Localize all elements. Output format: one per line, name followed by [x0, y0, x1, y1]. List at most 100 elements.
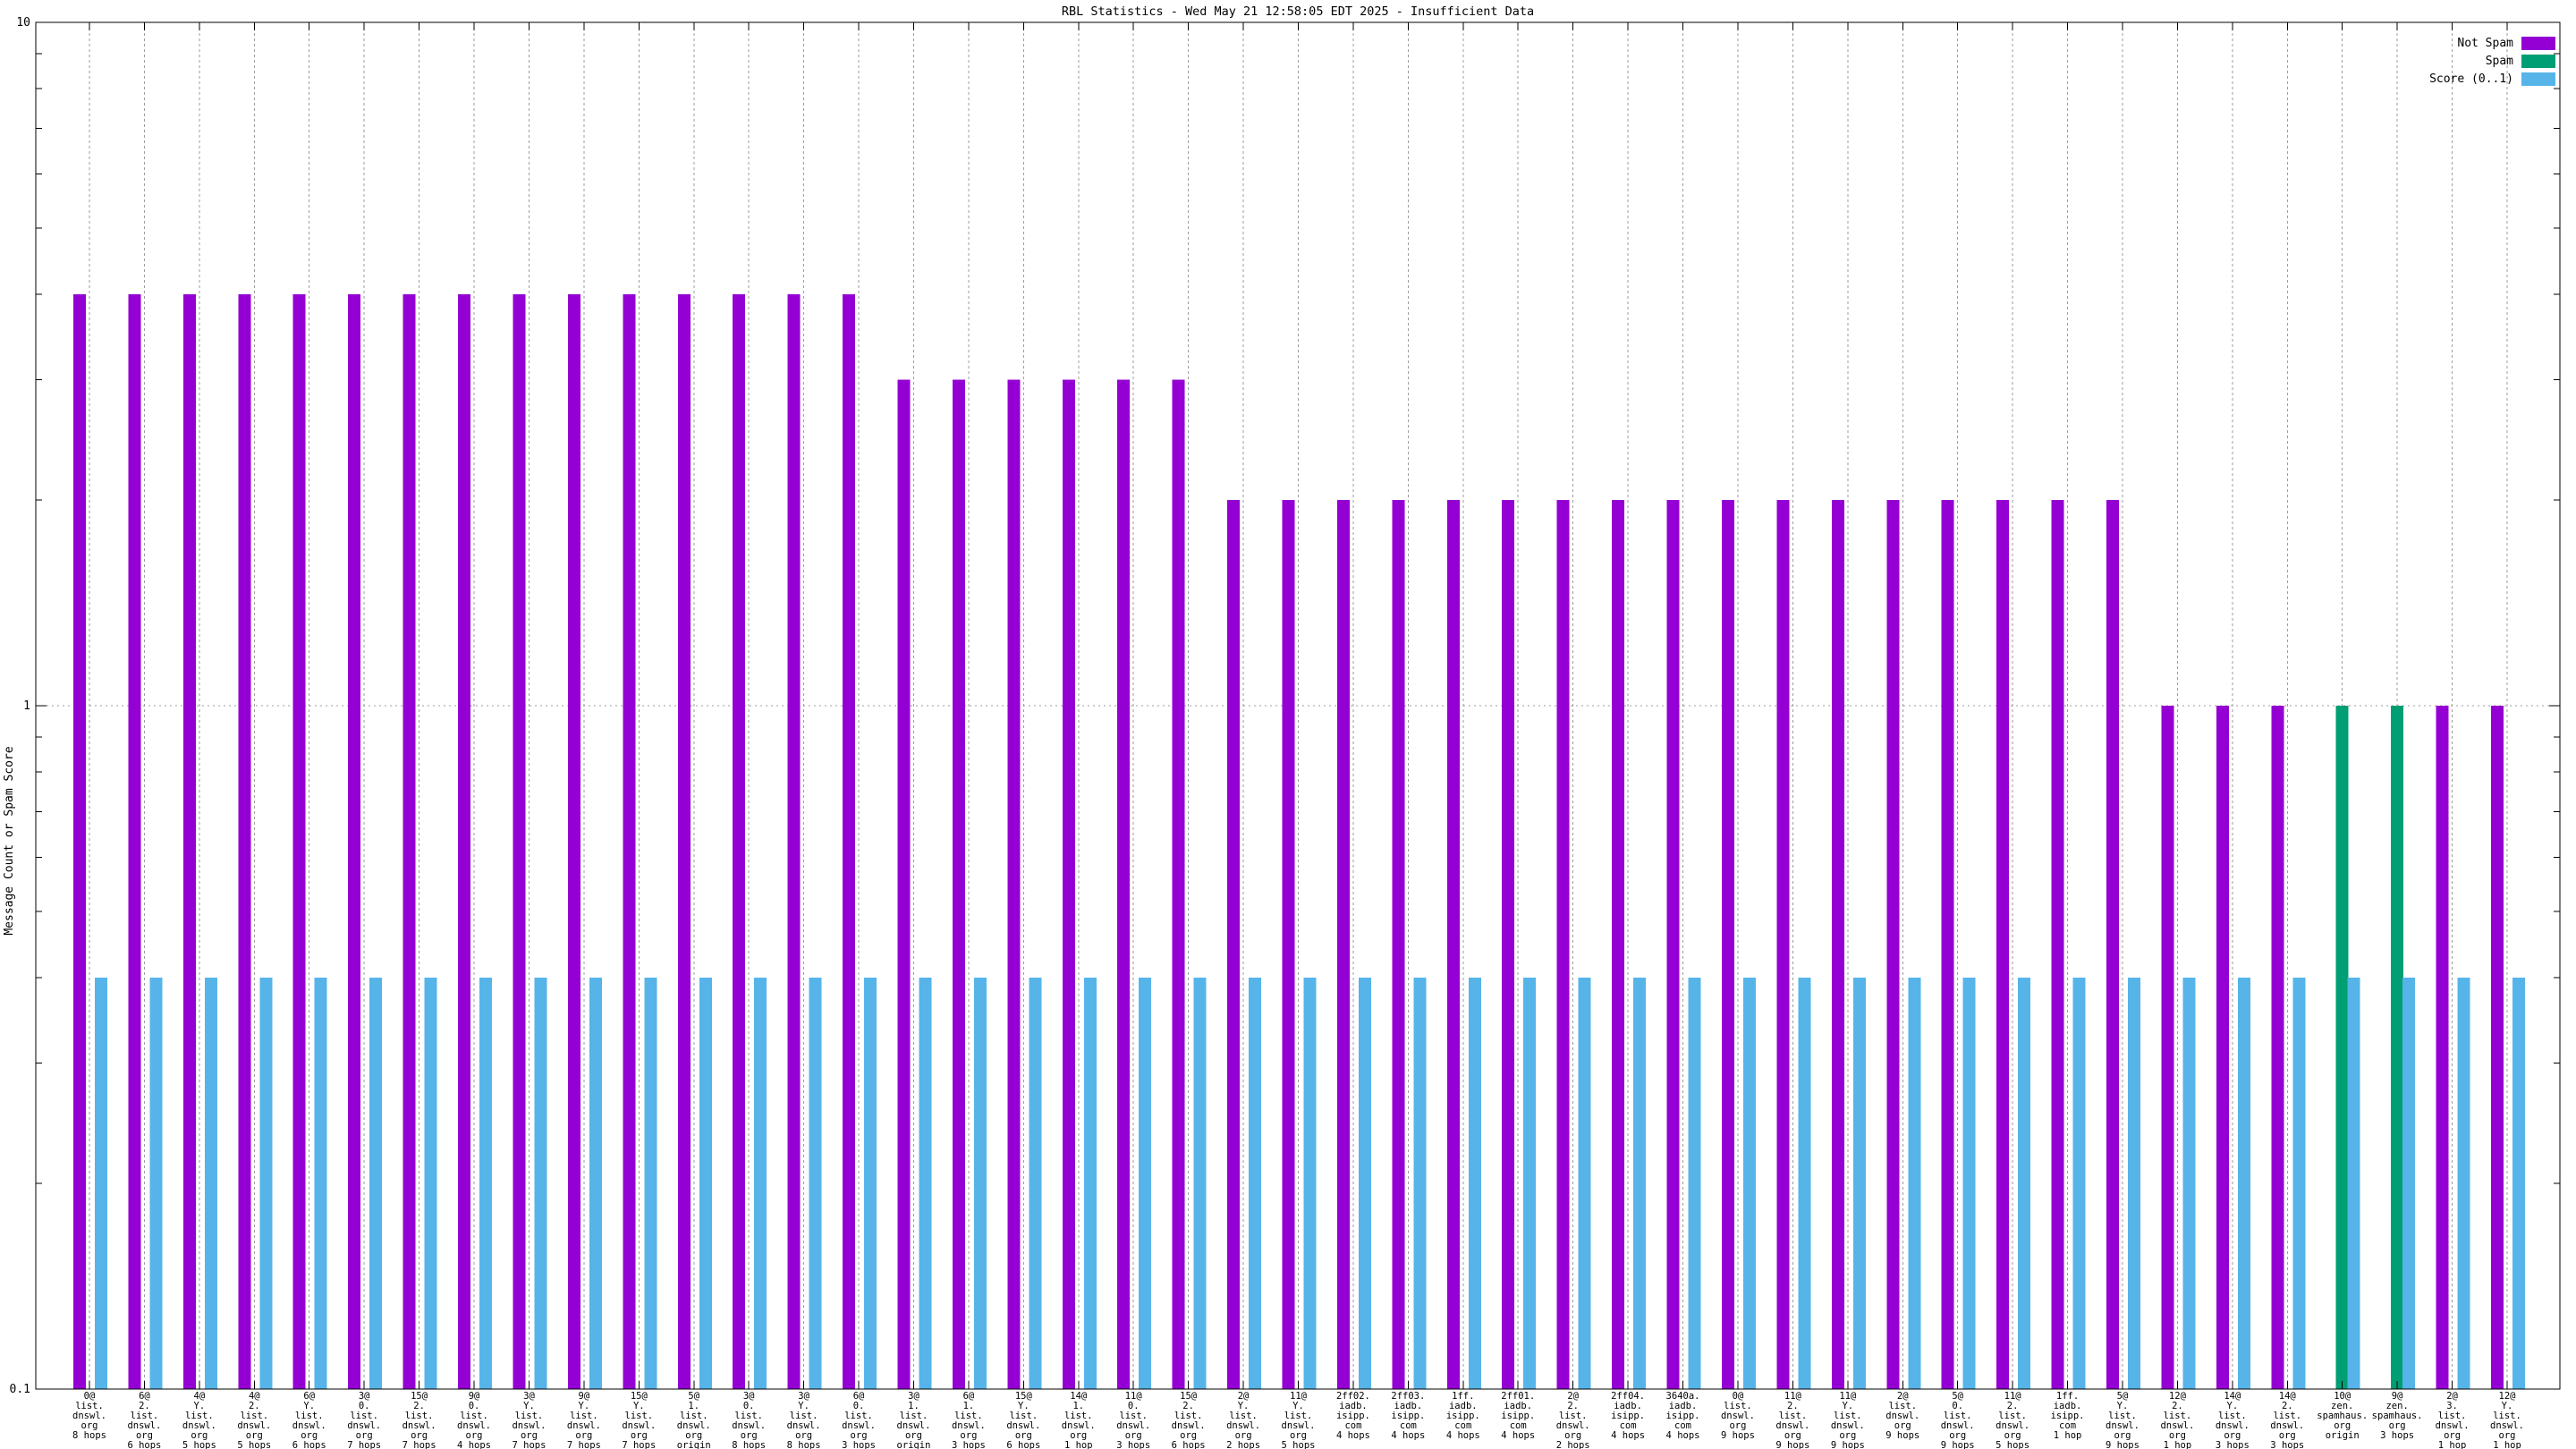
bar-score — [1963, 978, 1976, 1389]
bar-not-spam — [128, 294, 140, 1389]
x-tick-label: 9 hops — [1775, 1440, 1809, 1449]
bar-score — [1469, 978, 1481, 1389]
x-tick-label: 5 hops — [1996, 1440, 2029, 1449]
legend-swatch — [2521, 37, 2555, 50]
x-tick-label: 8 hops — [787, 1440, 821, 1449]
x-tick-label: 1 hop — [2438, 1440, 2467, 1449]
bar-not-spam — [2052, 500, 2064, 1389]
bar-not-spam — [1557, 500, 1570, 1389]
x-tick-label: 5 hops — [1282, 1440, 1316, 1449]
bar-not-spam — [1612, 500, 1624, 1389]
bar-score — [864, 978, 877, 1389]
bar-score — [1743, 978, 1756, 1389]
x-tick-label: 6 hops — [127, 1440, 161, 1449]
bar-not-spam — [2161, 706, 2174, 1389]
bar-score — [149, 978, 162, 1389]
x-tick-label: 9 hops — [1941, 1440, 1975, 1449]
bar-not-spam — [1942, 500, 1954, 1389]
bar-score — [1194, 978, 1207, 1389]
bar-not-spam — [1886, 500, 1899, 1389]
x-tick-label: 9 hops — [1885, 1430, 1919, 1441]
bar-score — [534, 978, 547, 1389]
bar-not-spam — [2271, 706, 2284, 1389]
bar-score — [2238, 978, 2250, 1389]
bar-not-spam — [1667, 500, 1680, 1389]
x-tick-label: 3 hops — [2380, 1430, 2414, 1441]
bar-not-spam — [2436, 706, 2449, 1389]
bar-not-spam — [238, 294, 250, 1389]
bar-score — [2512, 978, 2525, 1389]
bar-score — [425, 978, 437, 1389]
bar-score — [95, 978, 107, 1389]
x-tick-label: 5 hops — [182, 1440, 216, 1449]
bar-not-spam — [1502, 500, 1514, 1389]
legend-label: Spam — [2486, 55, 2513, 68]
bar-score — [2402, 978, 2415, 1389]
bar-score — [2018, 978, 2030, 1389]
bar-not-spam — [1832, 500, 1844, 1389]
y-tick-label: 10 — [16, 16, 30, 30]
x-tick-label: 1 hop — [2493, 1440, 2521, 1449]
x-tick-label: 5 hops — [237, 1440, 271, 1449]
bar-score — [1304, 978, 1317, 1389]
bar-not-spam — [1283, 500, 1295, 1389]
bar-score — [205, 978, 217, 1389]
bar-score — [2348, 978, 2360, 1389]
x-tick-label: 3 hops — [1116, 1440, 1150, 1449]
x-tick-label: 7 hops — [567, 1440, 601, 1449]
x-tick-label: 7 hops — [622, 1440, 656, 1449]
x-tick-label: 1 hop — [2054, 1430, 2082, 1441]
x-tick-label: 4 hops — [457, 1440, 491, 1449]
bar-not-spam — [513, 294, 525, 1389]
bar-score — [1359, 978, 1371, 1389]
bar-spam — [2336, 706, 2349, 1389]
x-tick-label: 4 hops — [1611, 1430, 1645, 1441]
x-tick-label: 9 hops — [2106, 1440, 2140, 1449]
bar-not-spam — [2491, 706, 2504, 1389]
bar-not-spam — [897, 379, 910, 1389]
legend-label: Not Spam — [2457, 37, 2513, 50]
bar-score — [1413, 978, 1426, 1389]
bar-score — [1029, 978, 1041, 1389]
bar-not-spam — [1392, 500, 1404, 1389]
legend-swatch — [2521, 55, 2555, 68]
x-tick-label: 2 hops — [1556, 1440, 1590, 1449]
bar-not-spam — [2216, 706, 2229, 1389]
bar-not-spam — [348, 294, 360, 1389]
legend-label: Score (0..1) — [2429, 72, 2513, 86]
bar-not-spam — [1173, 379, 1185, 1389]
bar-score — [809, 978, 822, 1389]
chart-canvas: 1010.10@list.dnswl.org8 hops6@2.list.dns… — [0, 0, 2576, 1449]
bar-score — [1139, 978, 1151, 1389]
bar-score — [1084, 978, 1097, 1389]
y-tick-label: 1 — [23, 699, 30, 713]
x-tick-label: 6 hops — [1172, 1440, 1206, 1449]
bar-score — [644, 978, 657, 1389]
x-tick-label: origin — [897, 1440, 931, 1449]
x-tick-label: 3 hops — [2216, 1440, 2250, 1449]
bar-not-spam — [1447, 500, 1460, 1389]
x-tick-label: 9 hops — [1831, 1440, 1865, 1449]
x-tick-label: 1 hop — [2164, 1440, 2192, 1449]
bar-score — [2458, 978, 2470, 1389]
x-tick-label: 6 hops — [292, 1440, 326, 1449]
bar-not-spam — [2106, 500, 2119, 1389]
x-tick-label: 7 hops — [347, 1440, 381, 1449]
x-tick-label: 3 hops — [2270, 1440, 2304, 1449]
bar-not-spam — [1117, 379, 1130, 1389]
x-tick-label: 7 hops — [512, 1440, 546, 1449]
bar-score — [1853, 978, 1866, 1389]
bar-score — [1523, 978, 1536, 1389]
bar-score — [259, 978, 272, 1389]
bar-score — [2292, 978, 2305, 1389]
bar-score — [2073, 978, 2086, 1389]
bar-not-spam — [458, 294, 470, 1389]
x-tick-label: 4 hops — [1391, 1430, 1425, 1441]
x-tick-label: 2 hops — [1226, 1440, 1260, 1449]
x-tick-label: 8 hops — [72, 1430, 106, 1441]
bar-not-spam — [953, 379, 965, 1389]
x-tick-label: 4 hops — [1446, 1430, 1480, 1441]
bar-score — [974, 978, 987, 1389]
bar-score — [699, 978, 712, 1389]
bar-not-spam — [733, 294, 745, 1389]
